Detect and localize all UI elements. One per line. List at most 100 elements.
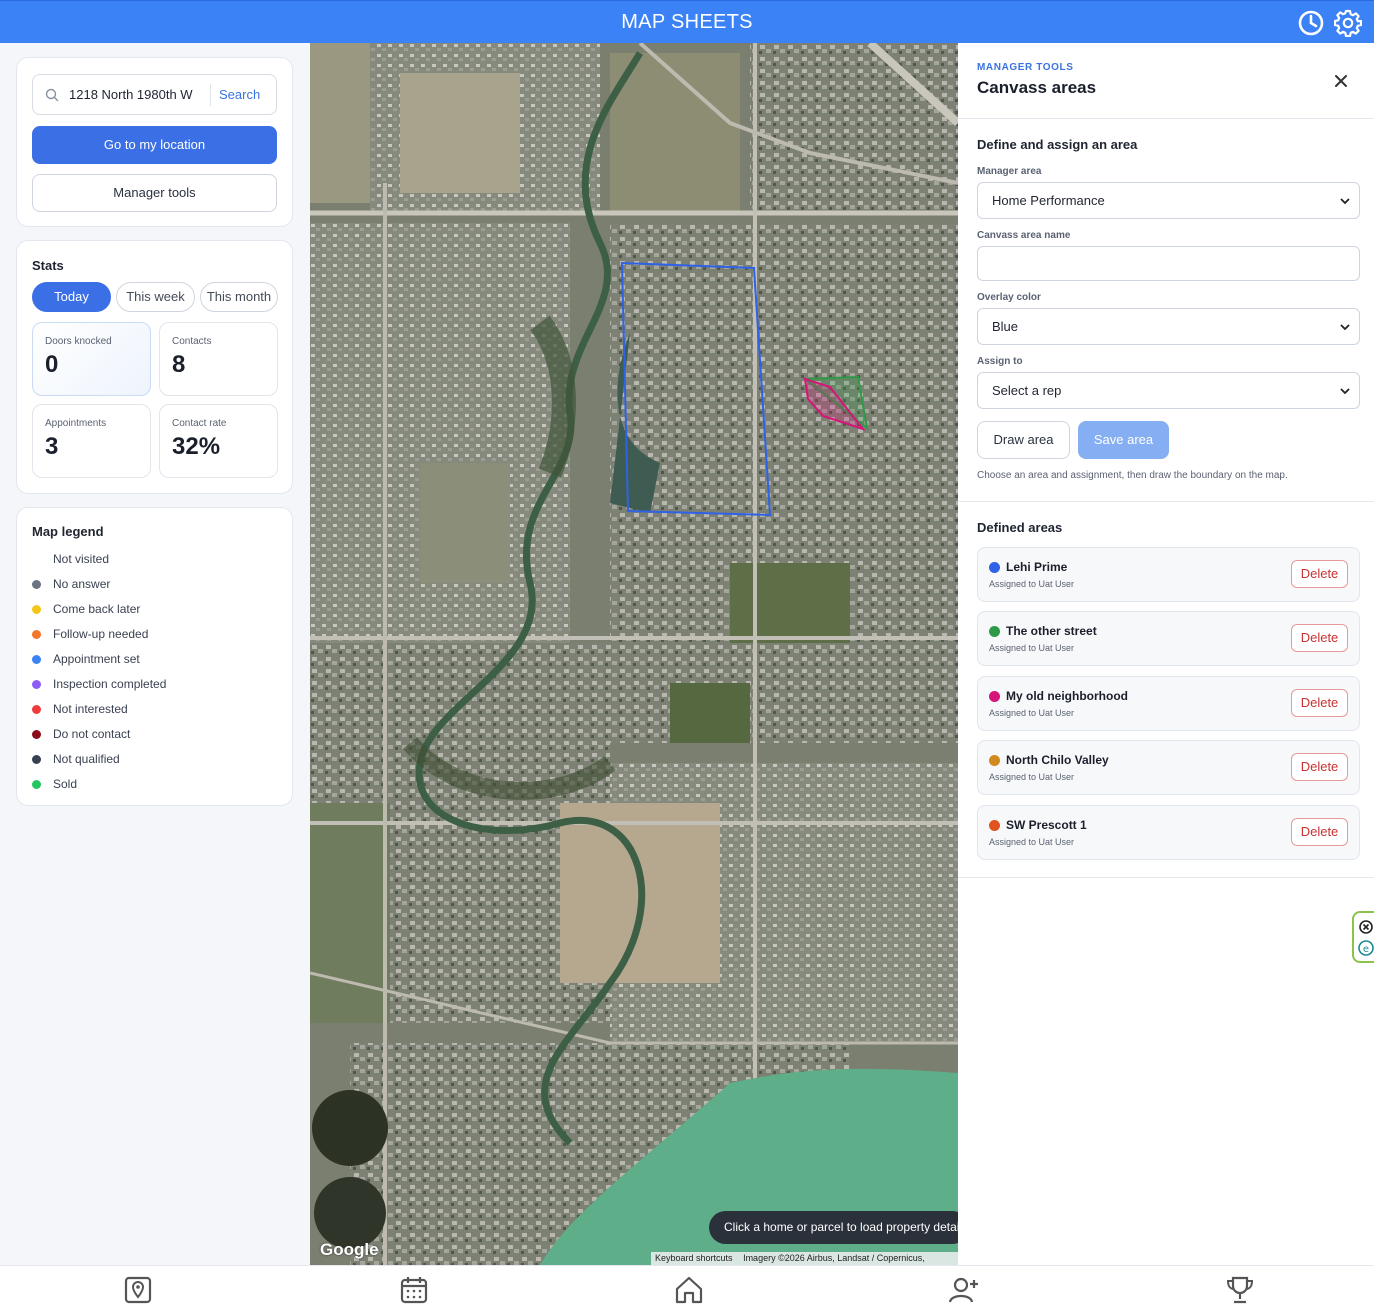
delete-area-button[interactable]: Delete: [1291, 560, 1348, 588]
legend-label: Not visited: [53, 552, 110, 566]
satellite-map[interactable]: Click a home or parcel to load property …: [310, 43, 958, 1265]
stat-appointments: Appointments 3: [32, 404, 151, 478]
search-card: 1218 North 1980th W Search Go to my loca…: [16, 57, 293, 227]
gear-icon[interactable]: [1334, 9, 1362, 37]
draw-hint: Choose an area and assignment, then draw…: [977, 470, 1288, 481]
map-imagery[interactable]: [310, 43, 958, 1265]
stat-doors-knocked: Doors knocked 0: [32, 322, 151, 396]
legend-dot: [32, 605, 41, 614]
area-name: North Chilo Valley: [1006, 753, 1109, 767]
stat-label: Contact rate: [172, 418, 227, 429]
home-icon[interactable]: [673, 1274, 705, 1306]
map-legend-card: Map legend Not visited No answer Come ba…: [16, 507, 293, 806]
stat-contact-rate: Contact rate 32%: [159, 404, 278, 478]
go-to-my-location-button[interactable]: Go to my location: [32, 126, 277, 164]
extension-icon: e: [1358, 920, 1374, 956]
tab-today[interactable]: Today: [32, 282, 111, 312]
google-logo: Google: [320, 1240, 379, 1259]
defined-area-item: The other street Assigned to Uat User De…: [977, 611, 1360, 666]
legend-dot: [32, 555, 41, 564]
calendar-icon[interactable]: [398, 1274, 430, 1306]
delete-area-button[interactable]: Delete: [1291, 818, 1348, 846]
area-name: SW Prescott 1: [1006, 818, 1087, 832]
draw-area-button[interactable]: Draw area: [977, 421, 1070, 459]
app-title: MAP SHEETS: [621, 11, 753, 33]
chevron-down-icon: [1340, 324, 1350, 331]
area-color-dot: [989, 755, 1000, 766]
imagery-attribution: Imagery ©2026 Airbus, Landsat / Copernic…: [743, 1253, 925, 1263]
area-color-dot: [989, 626, 1000, 637]
area-assignee: Assigned to Uat User: [989, 772, 1075, 782]
legend-label: Come back later: [53, 602, 141, 616]
stat-contacts: Contacts 8: [159, 322, 278, 396]
assign-to-value: Select a rep: [992, 383, 1062, 398]
map-pin-icon[interactable]: [122, 1274, 154, 1306]
chevron-down-icon: [1340, 388, 1350, 395]
divider: [958, 501, 1374, 502]
stat-value: 3: [45, 433, 59, 460]
extension-widget[interactable]: e: [1352, 911, 1374, 963]
stat-label: Contacts: [172, 336, 212, 347]
area-name: My old neighborhood: [1006, 689, 1128, 703]
tab-this-month[interactable]: This month: [200, 282, 278, 312]
legend-label: No answer: [53, 577, 111, 591]
defined-area-item: North Chilo Valley Assigned to Uat User …: [977, 740, 1360, 795]
tab-this-week[interactable]: This week: [116, 282, 195, 312]
area-assignee: Assigned to Uat User: [989, 837, 1075, 847]
area-color-dot: [989, 820, 1000, 831]
map-toast: Click a home or parcel to load property …: [709, 1211, 958, 1244]
close-icon[interactable]: [1331, 71, 1351, 91]
manager-area-label: Manager area: [977, 166, 1042, 177]
manager-tools-button[interactable]: Manager tools: [32, 174, 277, 212]
left-sidebar: 1218 North 1980th W Search Go to my loca…: [0, 43, 310, 1265]
chevron-down-icon: [1340, 198, 1350, 205]
stat-label: Appointments: [45, 418, 107, 429]
stats-title: Stats: [32, 258, 64, 273]
clock-icon[interactable]: [1297, 9, 1325, 37]
area-assignee: Assigned to Uat User: [989, 708, 1075, 718]
area-assignee: Assigned to Uat User: [989, 579, 1075, 589]
svg-text:e: e: [1363, 944, 1369, 955]
overlay-color-label: Overlay color: [977, 292, 1041, 303]
assign-to-select[interactable]: Select a rep: [977, 372, 1360, 409]
divider: [958, 118, 1374, 119]
trophy-icon[interactable]: [1224, 1274, 1256, 1306]
delete-area-button[interactable]: Delete: [1291, 753, 1348, 781]
canvass-area-name-input[interactable]: [977, 246, 1360, 281]
overlay-color-select[interactable]: Blue: [977, 308, 1360, 345]
define-area-title: Define and assign an area: [977, 137, 1138, 152]
legend-label: Inspection completed: [53, 677, 167, 691]
map-attribution: Keyboard shortcuts Imagery ©2026 Airbus,…: [651, 1252, 958, 1265]
stat-value: 32%: [172, 433, 221, 460]
delete-area-button[interactable]: Delete: [1291, 689, 1348, 717]
search-input[interactable]: 1218 North 1980th W: [69, 87, 205, 105]
panel-title: Canvass areas: [977, 78, 1097, 97]
area-name: Lehi Prime: [1006, 560, 1068, 574]
defined-area-item: My old neighborhood Assigned to Uat User…: [977, 676, 1360, 731]
assign-to-label: Assign to: [977, 356, 1023, 367]
legend-label: Sold: [53, 777, 78, 791]
legend-label: Not interested: [53, 702, 128, 716]
legend-label: Appointment set: [53, 652, 140, 666]
search-button[interactable]: Search: [219, 87, 260, 102]
panel-kicker: MANAGER TOOLS: [977, 62, 1074, 73]
manager-area-select[interactable]: Home Performance: [977, 182, 1360, 219]
divider: [958, 877, 1374, 878]
keyboard-shortcuts-link[interactable]: Keyboard shortcuts: [651, 1253, 737, 1263]
search-icon: [45, 88, 59, 102]
legend-label: Do not contact: [53, 727, 131, 741]
area-name: The other street: [1006, 624, 1097, 638]
legend-dot: [32, 680, 41, 689]
legend-dot: [32, 705, 41, 714]
save-area-button[interactable]: Save area: [1078, 421, 1169, 459]
legend-dot: [32, 755, 41, 764]
overlay-color-value: Blue: [992, 319, 1019, 334]
delete-area-button[interactable]: Delete: [1291, 624, 1348, 652]
add-user-icon[interactable]: [948, 1274, 980, 1306]
area-color-dot: [989, 562, 1000, 573]
search-box: 1218 North 1980th W Search: [32, 74, 277, 115]
legend-dot: [32, 630, 41, 639]
legend-dot: [32, 730, 41, 739]
manager-tools-panel: MANAGER TOOLS Canvass areas Define and a…: [958, 43, 1374, 1265]
manager-area-value: Home Performance: [992, 193, 1105, 208]
